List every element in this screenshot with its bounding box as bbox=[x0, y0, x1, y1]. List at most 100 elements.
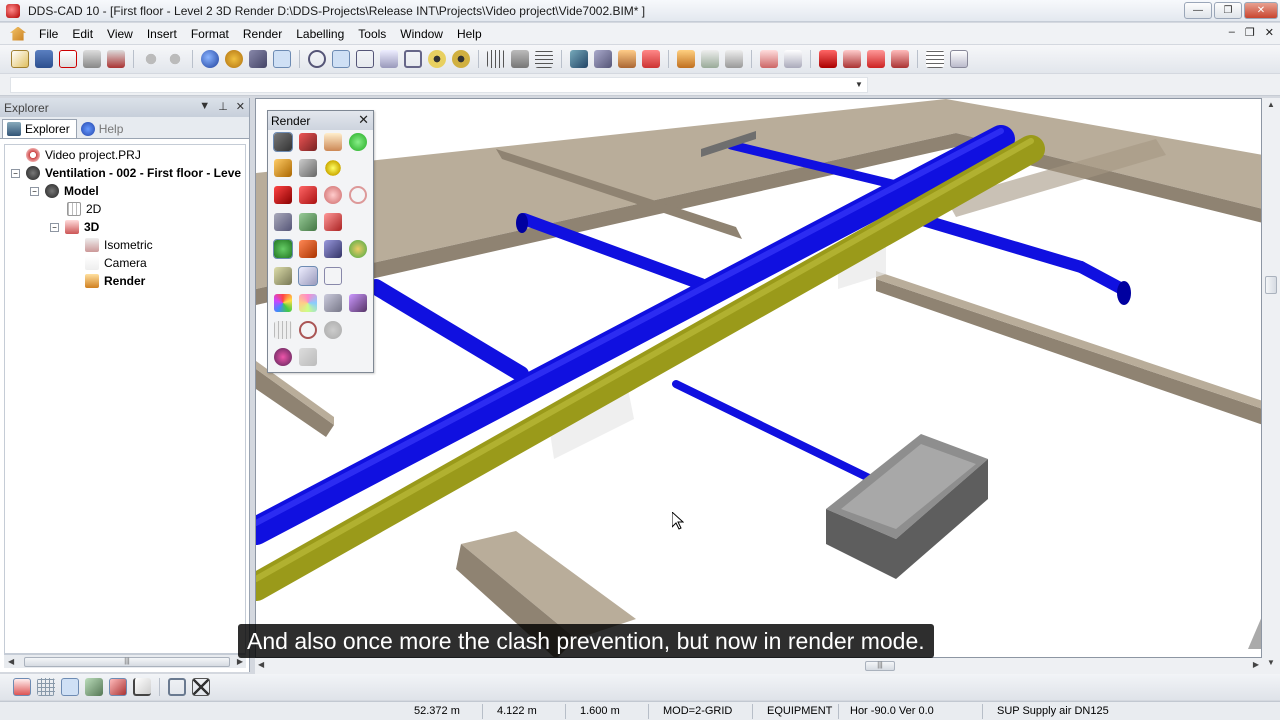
scroll-thumb[interactable]: ||| bbox=[24, 657, 230, 667]
palette-alt-icon[interactable] bbox=[299, 294, 317, 312]
render-cube-icon[interactable] bbox=[273, 132, 293, 152]
zoom-extents-icon[interactable] bbox=[356, 50, 374, 68]
tree-item-render[interactable]: Render bbox=[85, 272, 145, 290]
texture-icon[interactable] bbox=[299, 159, 317, 177]
menu-file[interactable]: File bbox=[32, 27, 65, 41]
doc-close-button[interactable]: ✕ bbox=[1265, 26, 1274, 39]
tree-item-2d[interactable]: 2D bbox=[67, 200, 101, 218]
menu-tools[interactable]: Tools bbox=[351, 27, 393, 41]
collapse-icon[interactable]: − bbox=[30, 186, 39, 196]
close-file-icon[interactable] bbox=[59, 50, 77, 68]
list-icon[interactable] bbox=[926, 50, 944, 68]
walk-icon[interactable] bbox=[299, 240, 317, 258]
tree-item-3d[interactable]: − 3D bbox=[50, 218, 99, 236]
collapse-icon[interactable]: − bbox=[50, 222, 59, 232]
zoom-render-icon[interactable] bbox=[324, 294, 342, 312]
close-icon[interactable]: ✕ bbox=[358, 112, 369, 128]
tree-item-camera[interactable]: Camera bbox=[85, 254, 147, 272]
menu-labelling[interactable]: Labelling bbox=[289, 27, 351, 41]
print-preview-icon[interactable] bbox=[107, 50, 125, 68]
scroll-thumb[interactable]: ||| bbox=[865, 661, 895, 671]
dropdown-icon[interactable]: ▼ bbox=[199, 100, 210, 113]
sphere-icon[interactable] bbox=[324, 186, 342, 204]
close-icon[interactable]: ✕ bbox=[236, 100, 245, 113]
refresh-green-icon[interactable] bbox=[349, 133, 367, 151]
viewport-horizontal-scrollbar[interactable]: ◀ ||| ▶ bbox=[255, 658, 1262, 674]
grid-snap-icon[interactable] bbox=[487, 50, 505, 68]
minimize-button[interactable]: — bbox=[1184, 2, 1212, 19]
render-off-icon[interactable] bbox=[299, 133, 317, 151]
building-icon[interactable] bbox=[618, 50, 636, 68]
collapse-icon[interactable]: − bbox=[11, 168, 20, 178]
marker-icon[interactable] bbox=[642, 50, 660, 68]
home-icon[interactable] bbox=[677, 50, 695, 68]
axis-icon[interactable] bbox=[133, 678, 151, 696]
scroll-up-icon[interactable]: ▲ bbox=[1267, 100, 1275, 109]
menu-edit[interactable]: Edit bbox=[65, 27, 100, 41]
cut-icon[interactable] bbox=[274, 213, 292, 231]
frame-icon[interactable] bbox=[404, 50, 422, 68]
tree-item-ventilation[interactable]: − Ventilation - 002 - First floor - Leve bbox=[11, 164, 241, 182]
eye-settings-icon[interactable] bbox=[452, 50, 470, 68]
fly-icon[interactable] bbox=[324, 240, 342, 258]
zoom-window-icon[interactable] bbox=[332, 50, 350, 68]
ortho-icon[interactable] bbox=[13, 678, 31, 696]
menu-help[interactable]: Help bbox=[450, 27, 489, 41]
terminal-icon[interactable] bbox=[867, 50, 885, 68]
copy-icon[interactable] bbox=[760, 50, 778, 68]
material-box-icon[interactable] bbox=[274, 159, 292, 177]
cut-green-icon[interactable] bbox=[299, 213, 317, 231]
tab-explorer[interactable]: Explorer bbox=[2, 119, 77, 138]
snap-grid-icon[interactable] bbox=[37, 678, 55, 696]
tree-item-model[interactable]: − Model bbox=[30, 182, 99, 200]
tree-item-project[interactable]: Video project.PRJ bbox=[26, 146, 141, 164]
report-icon[interactable] bbox=[950, 50, 968, 68]
cut-remove-icon[interactable] bbox=[324, 213, 342, 231]
palette-icon[interactable] bbox=[274, 294, 292, 312]
record-icon[interactable] bbox=[274, 348, 292, 366]
eye-icon[interactable] bbox=[428, 50, 446, 68]
scroll-left-icon[interactable]: ◀ bbox=[8, 657, 14, 666]
dimension-icon[interactable] bbox=[594, 50, 612, 68]
render-viewport[interactable] bbox=[255, 98, 1262, 658]
scroll-right-icon[interactable]: ▶ bbox=[1253, 660, 1259, 669]
menu-format[interactable]: Format bbox=[184, 27, 236, 41]
fitting-icon[interactable] bbox=[843, 50, 861, 68]
cycle-icon[interactable] bbox=[299, 321, 317, 339]
shade-red-alt-icon[interactable] bbox=[299, 186, 317, 204]
globe-icon[interactable] bbox=[201, 50, 219, 68]
tree-item-isometric[interactable]: Isometric bbox=[85, 236, 153, 254]
menu-insert[interactable]: Insert bbox=[140, 27, 184, 41]
globe-icon[interactable] bbox=[349, 240, 367, 258]
light-icon[interactable] bbox=[324, 159, 342, 177]
document-icon[interactable] bbox=[10, 26, 26, 41]
block-icon[interactable] bbox=[511, 50, 529, 68]
undo-icon[interactable] bbox=[142, 50, 160, 68]
circle-disabled-icon[interactable] bbox=[324, 321, 342, 339]
square-disabled-icon[interactable] bbox=[299, 348, 317, 366]
sphere-outline-icon[interactable] bbox=[349, 186, 367, 204]
scroll-thumb[interactable] bbox=[1265, 276, 1277, 294]
pin-icon[interactable]: ⊥ bbox=[218, 100, 228, 113]
scroll-left-icon[interactable]: ◀ bbox=[258, 660, 264, 669]
menu-window[interactable]: Window bbox=[393, 27, 450, 41]
zoom-icon[interactable] bbox=[308, 50, 326, 68]
clash-prevention-icon[interactable] bbox=[109, 678, 127, 696]
close-button[interactable]: ✕ bbox=[1244, 2, 1278, 19]
transparency-icon[interactable] bbox=[298, 266, 318, 286]
print-icon[interactable] bbox=[83, 50, 101, 68]
new-file-icon[interactable] bbox=[11, 50, 29, 68]
view-cross-icon[interactable] bbox=[192, 678, 210, 696]
grid-toggle-icon[interactable] bbox=[61, 678, 79, 696]
redo-icon[interactable] bbox=[166, 50, 184, 68]
command-input[interactable] bbox=[10, 77, 868, 93]
properties-icon[interactable] bbox=[784, 50, 802, 68]
doc-minimize-button[interactable]: – bbox=[1229, 26, 1235, 39]
layers-icon[interactable] bbox=[249, 50, 267, 68]
wireframe-icon[interactable] bbox=[324, 267, 342, 285]
doc-restore-button[interactable]: ❐ bbox=[1245, 26, 1255, 39]
scroll-down-icon[interactable]: ▼ bbox=[1267, 658, 1275, 667]
shade-red-icon[interactable] bbox=[274, 186, 292, 204]
tab-help[interactable]: Help bbox=[77, 119, 130, 138]
grid-icon[interactable] bbox=[535, 50, 553, 68]
